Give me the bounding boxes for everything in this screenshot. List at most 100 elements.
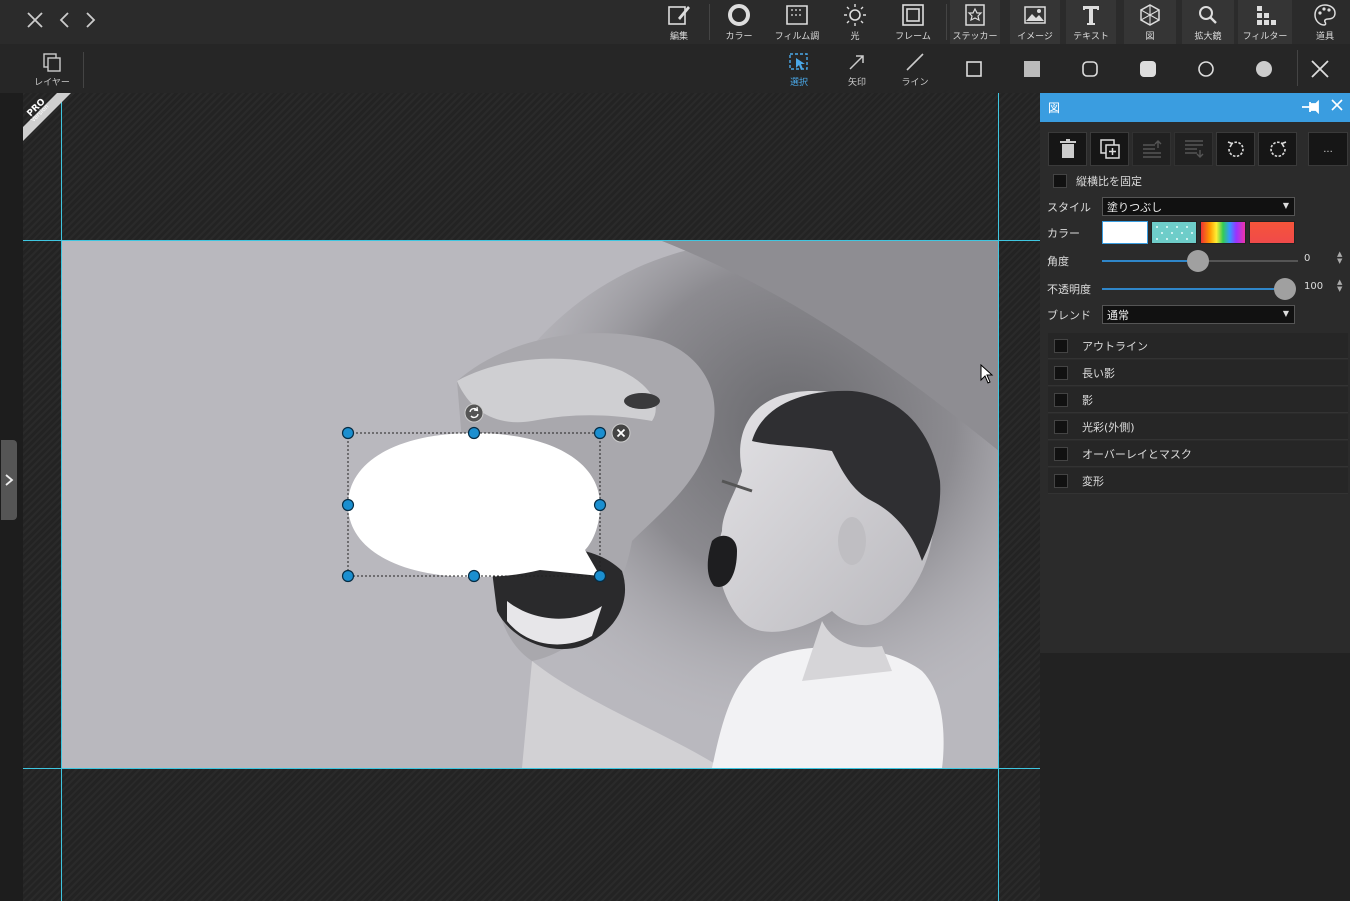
option-long-shadow[interactable]: 長い影 [1048, 360, 1348, 386]
arrow-tool[interactable]: 矢印 [842, 46, 872, 92]
color-icon [728, 4, 750, 26]
option-checkbox[interactable] [1054, 446, 1068, 461]
bring-forward-button[interactable] [1132, 132, 1171, 166]
select-label: 選択 [789, 78, 808, 88]
tool-magnifier[interactable]: 拡大鏡 [1182, 0, 1234, 44]
sticker-icon [965, 4, 985, 26]
duplicate-button[interactable] [1090, 132, 1129, 166]
tool-tools-label: 道具 [1315, 32, 1334, 42]
color-swatch-rainbow[interactable] [1200, 221, 1246, 244]
text-icon [1083, 6, 1099, 25]
edit-icon [668, 6, 690, 25]
angle-slider-knob[interactable] [1187, 250, 1209, 272]
select-tool[interactable]: 選択 [784, 46, 814, 92]
tool-image-label: イメージ [1017, 32, 1053, 42]
option-label: 変形 [1082, 474, 1104, 488]
rotate-left-button[interactable] [1216, 132, 1255, 166]
divider [709, 4, 710, 40]
resize-handle-br[interactable] [593, 569, 607, 583]
resize-handle-ml[interactable] [341, 498, 355, 512]
tool-text[interactable]: テキスト [1066, 0, 1116, 44]
layer-button[interactable]: レイヤー [32, 46, 72, 92]
tool-sticker[interactable]: ステッカー [950, 0, 1000, 44]
circle-outline-icon[interactable] [1195, 58, 1217, 80]
option-checkbox[interactable] [1054, 419, 1068, 434]
tool-frame[interactable]: フレーム [892, 0, 934, 44]
tool-shape[interactable]: 図 [1124, 0, 1176, 44]
option-shadow[interactable]: 影 [1048, 387, 1348, 413]
opacity-value[interactable]: 100 [1304, 281, 1323, 292]
guide-line-bottom [23, 768, 1040, 769]
divider [1297, 50, 1298, 86]
tool-color-label: カラー [725, 32, 753, 42]
redo-icon[interactable] [80, 8, 102, 32]
square-filled-icon[interactable] [1021, 58, 1043, 80]
option-label: 影 [1082, 393, 1093, 407]
color-swatch-white[interactable] [1102, 221, 1148, 244]
tool-edit[interactable]: 編集 [660, 0, 698, 44]
angle-label: 角度 [1047, 255, 1069, 268]
chevron-right-icon [5, 474, 14, 486]
pro-version-badge: PRO Version [23, 93, 71, 141]
option-transform[interactable]: 変形 [1048, 468, 1348, 494]
option-label: オーバーレイとマスク [1082, 447, 1192, 461]
tool-film[interactable]: フィルム調 [774, 0, 820, 44]
pin-icon[interactable] [1300, 99, 1322, 115]
film-icon [786, 5, 808, 25]
option-overlay-mask[interactable]: オーバーレイとマスク [1048, 441, 1348, 467]
opacity-slider-track[interactable] [1102, 288, 1280, 290]
option-outer-glow[interactable]: 光彩(外側) [1048, 414, 1348, 440]
magnifier-icon [1199, 6, 1217, 24]
tool-filter[interactable]: フィルター [1238, 0, 1292, 44]
resize-handle-bl[interactable] [341, 569, 355, 583]
delete-button[interactable] [1048, 132, 1087, 166]
angle-spinner[interactable]: ▲ ▼ [1337, 251, 1342, 265]
opacity-spinner[interactable]: ▲ ▼ [1337, 279, 1342, 293]
rounded-square-outline-icon[interactable] [1079, 58, 1101, 80]
color-swatch-gradient[interactable] [1249, 221, 1295, 244]
panel-close-icon[interactable] [1330, 98, 1344, 116]
option-label: アウトライン [1082, 339, 1148, 353]
tool-light-label: 光 [850, 32, 860, 42]
opacity-slider-knob[interactable] [1274, 278, 1296, 300]
frame-icon [902, 4, 924, 26]
resize-handle-mr[interactable] [593, 498, 607, 512]
side-panel-toggle[interactable] [1, 440, 17, 520]
tool-light[interactable]: 光 [838, 0, 872, 44]
option-checkbox[interactable] [1054, 392, 1068, 407]
dropdown-arrow-icon: ▼ [1282, 201, 1289, 210]
undo-icon[interactable] [53, 8, 75, 32]
style-select[interactable]: 塗りつぶし ▼ [1102, 197, 1295, 216]
tool-tools[interactable]: 道具 [1304, 0, 1346, 44]
tool-filter-label: フィルター [1242, 32, 1288, 42]
resize-handle-tl[interactable] [341, 426, 355, 440]
close-icon[interactable] [24, 8, 46, 32]
filter-icon [1257, 6, 1276, 25]
resize-handle-tm[interactable] [467, 426, 481, 440]
lock-ratio-checkbox[interactable] [1053, 174, 1067, 188]
resize-handle-bm[interactable] [467, 569, 481, 583]
option-outline[interactable]: アウトライン [1048, 333, 1348, 359]
resize-handle-tr[interactable] [593, 426, 607, 440]
blend-select[interactable]: 通常 ▼ [1102, 305, 1295, 324]
more-button[interactable]: ... [1308, 132, 1348, 166]
option-checkbox[interactable] [1054, 473, 1068, 488]
sun-icon [844, 4, 866, 26]
circle-filled-icon[interactable] [1253, 58, 1275, 80]
square-outline-icon[interactable] [963, 58, 985, 80]
tool-color[interactable]: カラー [720, 0, 758, 44]
color-swatch-pattern[interactable] [1151, 221, 1197, 244]
rotate-right-button[interactable] [1258, 132, 1297, 166]
line-tool[interactable]: ライン [900, 46, 930, 92]
rounded-square-filled-icon[interactable] [1137, 58, 1159, 80]
option-checkbox[interactable] [1054, 338, 1068, 353]
send-backward-button[interactable] [1174, 132, 1213, 166]
guide-line-right [998, 93, 999, 901]
rotate-handle-icon[interactable] [464, 403, 484, 423]
tool-image[interactable]: イメージ [1010, 0, 1060, 44]
option-checkbox[interactable] [1054, 365, 1068, 380]
image-icon [1024, 6, 1046, 24]
delete-shape-icon[interactable] [611, 423, 631, 443]
close-shape-mode-icon[interactable] [1309, 58, 1331, 80]
angle-value[interactable]: 0 [1304, 253, 1310, 264]
